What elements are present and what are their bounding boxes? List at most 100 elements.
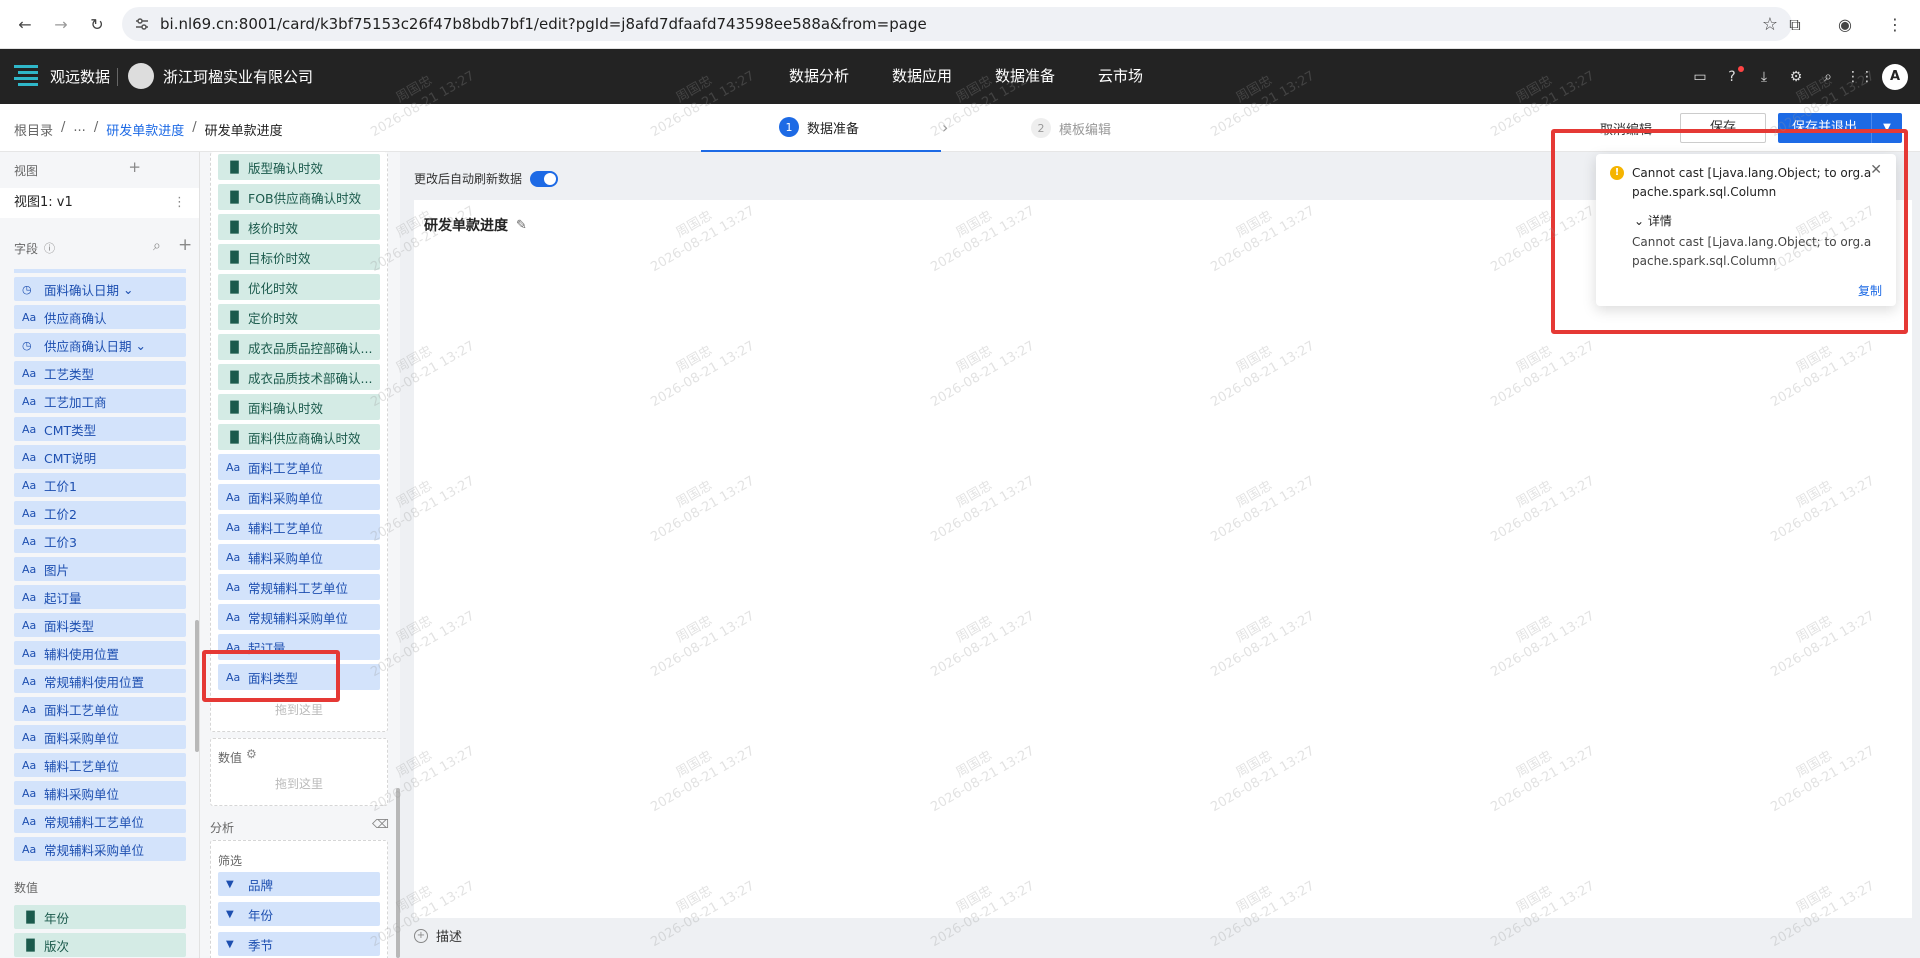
field-item[interactable]: ▐▌ 面料确认时效 bbox=[218, 394, 380, 420]
apps-grid-icon[interactable]: ⋮⋮ bbox=[1846, 67, 1874, 87]
text-type-icon: Aa bbox=[22, 478, 37, 492]
field-item[interactable]: Aa 常规辅料工艺单位 bbox=[218, 574, 380, 600]
download-icon[interactable]: ⤓ bbox=[1754, 67, 1774, 87]
chevron-down-icon[interactable]: ⌄ bbox=[136, 338, 146, 353]
field-item[interactable]: ◷ 面料确认日期 ⌄ bbox=[14, 277, 186, 301]
field-item[interactable]: ▐▌ 面料供应商确认时效 bbox=[218, 424, 380, 450]
nav-data-analysis[interactable]: 数据分析 bbox=[789, 49, 849, 104]
address-bar[interactable]: bi.nl69.cn:8001/card/k3bf75153c26f47b8bd… bbox=[122, 7, 1792, 41]
help-icon[interactable]: ? bbox=[1722, 65, 1744, 87]
field-item[interactable]: Aa 辅料使用位置 bbox=[14, 641, 186, 665]
field-label: CMT类型 bbox=[44, 422, 97, 438]
settings-gear-icon[interactable]: ⚙ bbox=[1786, 67, 1806, 87]
filter-item[interactable]: ▼ 品牌 bbox=[218, 872, 380, 896]
field-item[interactable]: Aa 辅料工艺单位 bbox=[218, 514, 380, 540]
brand-name: 观远数据 bbox=[50, 68, 111, 86]
gear-icon[interactable]: ⚙ bbox=[246, 747, 257, 761]
eraser-icon[interactable]: ⌫ bbox=[372, 817, 389, 831]
field-item[interactable]: Aa 工艺加工商 bbox=[14, 389, 186, 413]
dimension-list: ▐▌ 版型确认时效 ▐▌ FOB供应商确认时效 ▐▌ 核价时效 ▐▌ 目标价时效 ▐▌ 优化时效 ▐… bbox=[218, 154, 380, 694]
monitor-icon[interactable]: ▭ bbox=[1690, 67, 1710, 87]
field-item[interactable]: Aa 常规辅料采购单位 bbox=[218, 604, 380, 630]
field-item[interactable]: Aa 工价2 bbox=[14, 501, 186, 525]
add-view-icon[interactable]: + bbox=[128, 158, 141, 176]
field-item[interactable]: Aa 起订量 bbox=[14, 585, 186, 609]
text-type-icon: Aa bbox=[22, 618, 37, 632]
field-item[interactable]: ▐▌ 年份 bbox=[14, 905, 186, 929]
chevron-right-icon: › bbox=[942, 118, 949, 137]
field-item[interactable]: Aa 常规辅料采购单位 bbox=[14, 837, 186, 861]
field-item[interactable]: ▐▌ 核价时效 bbox=[218, 214, 380, 240]
step-template-edit[interactable]: 2 模板编辑 bbox=[941, 104, 1111, 152]
field-item[interactable]: ▐▌ FOB供应商确认时效 bbox=[218, 184, 380, 210]
field-item[interactable]: ▐▌ 优化时效 bbox=[218, 274, 380, 300]
text-type-icon: Aa bbox=[22, 366, 37, 380]
browser-menu-icon[interactable]: ⋮ bbox=[1884, 14, 1906, 36]
field-item[interactable]: Aa CMT类型 bbox=[14, 417, 186, 441]
field-item[interactable]: Aa 工价1 bbox=[14, 473, 186, 497]
field-item[interactable]: ▐▌ 成衣品质技术部确认... bbox=[218, 364, 380, 390]
breadcrumb-root[interactable]: 根目录 bbox=[14, 120, 53, 139]
breadcrumb-page[interactable]: 研发单款进度 bbox=[106, 120, 184, 139]
field-item[interactable]: ▐▌ 成衣品质品控部确认... bbox=[218, 334, 380, 360]
field-item[interactable]: Aa 面料工艺单位 bbox=[218, 454, 380, 480]
field-item[interactable]: Aa 辅料工艺单位 bbox=[14, 753, 186, 777]
field-item[interactable]: Aa 常规辅料工艺单位 bbox=[14, 809, 186, 833]
text-type-icon: Aa bbox=[226, 580, 241, 594]
nav-data-prep[interactable]: 数据准备 bbox=[995, 49, 1055, 104]
field-item[interactable]: Aa 工艺类型 bbox=[14, 361, 186, 385]
text-type-icon: Aa bbox=[226, 550, 241, 564]
field-item[interactable]: Aa 供应商确认 bbox=[14, 305, 186, 329]
forward-icon[interactable]: → bbox=[50, 13, 72, 35]
search-icon[interactable]: ⌕ bbox=[1818, 67, 1838, 87]
field-label: 面料确认日期 bbox=[44, 282, 120, 298]
field-item[interactable]: Aa 面料工艺单位 bbox=[14, 697, 186, 721]
field-item[interactable]: Aa CMT说明 bbox=[14, 445, 186, 469]
search-icon[interactable]: ⌕ bbox=[153, 238, 161, 254]
back-icon[interactable]: ← bbox=[14, 13, 36, 35]
field-item[interactable]: ▐▌ 目标价时效 bbox=[218, 244, 380, 270]
reload-icon[interactable]: ↻ bbox=[86, 13, 108, 35]
profile-icon[interactable]: ◉ bbox=[1834, 14, 1856, 36]
text-type-icon: Aa bbox=[22, 562, 37, 576]
field-item[interactable]: ▐▌ 版型确认时效 bbox=[218, 154, 380, 180]
filter-item[interactable]: ▼ 季节 bbox=[218, 932, 380, 956]
site-info-icon[interactable] bbox=[134, 16, 150, 32]
chevron-down-icon[interactable]: ⌄ bbox=[123, 282, 133, 297]
info-icon[interactable]: ⓘ bbox=[44, 240, 55, 256]
edit-pen-icon[interactable]: ✎ bbox=[516, 218, 527, 233]
field-item[interactable]: Aa 常规辅料使用位置 bbox=[14, 669, 186, 693]
field-item[interactable]: Aa 辅料采购单位 bbox=[218, 544, 380, 570]
nav-data-apps[interactable]: 数据应用 bbox=[892, 49, 952, 104]
more-icon[interactable]: ⋮ bbox=[173, 188, 186, 218]
notification-dot bbox=[1738, 65, 1744, 72]
view-item[interactable]: 视图1: v1 ⋮ bbox=[0, 188, 199, 218]
field-item[interactable]: Aa 辅料采购单位 bbox=[14, 781, 186, 805]
field-item[interactable]: Aa 面料类型 bbox=[14, 613, 186, 637]
auto-refresh-toggle[interactable] bbox=[530, 170, 559, 187]
breadcrumb-ellipsis[interactable]: ... bbox=[73, 120, 85, 139]
field-item[interactable]: Aa 图片 bbox=[14, 557, 186, 581]
step-data-prep[interactable]: 1 数据准备 bbox=[701, 104, 942, 152]
field-label: 辅料采购单位 bbox=[248, 550, 324, 566]
field-label: 供应商确认日期 bbox=[44, 338, 132, 354]
field-label: 版型确认时效 bbox=[248, 160, 324, 176]
extensions-icon[interactable]: ⧉ bbox=[1784, 14, 1806, 36]
left-scrollbar[interactable] bbox=[195, 620, 199, 752]
add-description[interactable]: + 描述 bbox=[414, 926, 462, 945]
field-item[interactable]: Aa 工价3 bbox=[14, 529, 186, 553]
field-item[interactable]: ◷ 供应商确认日期 ⌄ bbox=[14, 333, 186, 357]
field-item[interactable]: ▐▌ 版次 bbox=[14, 933, 186, 957]
field-item[interactable]: ▐▌ 定价时效 bbox=[218, 304, 380, 330]
field-label: 辅料采购单位 bbox=[44, 786, 120, 802]
field-item[interactable]: Aa 面料采购单位 bbox=[218, 484, 380, 510]
user-avatar[interactable]: A bbox=[1882, 63, 1908, 90]
view-item-label: 视图1: v1 bbox=[14, 195, 73, 210]
text-type-icon: Aa bbox=[226, 610, 241, 624]
text-type-icon: Aa bbox=[22, 422, 37, 436]
nav-cloud-market[interactable]: 云市场 bbox=[1098, 49, 1143, 104]
filter-label: 年份 bbox=[248, 907, 274, 923]
add-field-icon[interactable]: + bbox=[178, 235, 192, 255]
filter-item[interactable]: ▼ 年份 bbox=[218, 902, 380, 926]
field-item[interactable]: Aa 面料采购单位 bbox=[14, 725, 186, 749]
